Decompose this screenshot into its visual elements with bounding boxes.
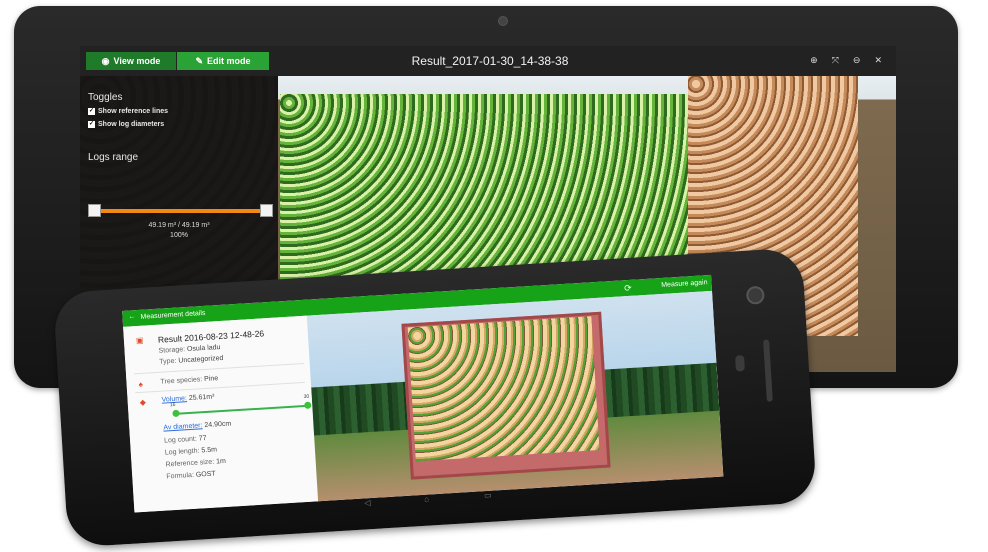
result-date: Result 2016-08-23 12-48-26 bbox=[157, 328, 265, 345]
av-diameter-row: Av diameter: 24.90cm bbox=[163, 420, 232, 432]
phone-sensor bbox=[735, 355, 745, 372]
zoom-out-icon[interactable]: ⊖ bbox=[853, 55, 861, 66]
result-title: Result_2017-01-30_14-38-38 bbox=[411, 54, 569, 68]
fit-icon[interactable]: ⤧ bbox=[832, 55, 839, 66]
edit-mode-tab[interactable]: ✎ Edit mode bbox=[177, 52, 269, 70]
range-min-handle[interactable] bbox=[88, 204, 101, 217]
volume-max-handle[interactable] bbox=[304, 401, 312, 409]
storage-row: Storage: Osula ladu bbox=[158, 344, 221, 355]
log-count-row: Log count: 77 bbox=[163, 435, 207, 445]
tablet-toolbar: ◉ View mode ✎ Edit mode Result_2017-01-3… bbox=[80, 46, 896, 76]
logs-range-slider[interactable] bbox=[92, 209, 265, 213]
range-max-handle[interactable] bbox=[260, 204, 273, 217]
tablet-camera bbox=[498, 16, 508, 26]
measure-again-button[interactable]: Measure again bbox=[661, 279, 708, 289]
detected-logs-overlay bbox=[407, 316, 600, 462]
zoom-in-icon[interactable]: ⊕ bbox=[810, 55, 818, 66]
edit-mode-label: Edit mode bbox=[207, 56, 251, 66]
phone-camera bbox=[745, 285, 765, 305]
view-mode-label: View mode bbox=[113, 56, 161, 66]
nav-recent-icon[interactable]: ▭ bbox=[484, 491, 492, 500]
nav-back-icon[interactable]: ◁ bbox=[364, 498, 371, 507]
logs-range-value: 49.19 m³ / 49.19 m³ bbox=[148, 222, 210, 229]
measurement-panel: ▣ Result 2016-08-23 12-48-26 Storage: Os… bbox=[123, 315, 319, 513]
formula-row: Formula: GOST bbox=[166, 470, 216, 481]
back-arrow-icon[interactable]: ← bbox=[128, 313, 135, 320]
volume-slider[interactable] bbox=[174, 404, 309, 415]
type-row: Type: Uncategorized bbox=[159, 354, 224, 366]
log-length-row: Log length: 5.5m bbox=[164, 446, 218, 457]
volume-min: 16 bbox=[169, 401, 176, 409]
species-row: Tree species: Pine bbox=[160, 375, 219, 386]
toggles-heading: Toggles bbox=[88, 92, 123, 103]
detected-logs-overlay bbox=[280, 94, 688, 284]
show-reference-lines-checkbox[interactable]: ✓ Show reference lines bbox=[88, 108, 168, 115]
checkbox-checked-icon: ✓ bbox=[88, 121, 95, 128]
logs-range-heading: Logs range bbox=[88, 152, 139, 163]
show-reference-lines-label: Show reference lines bbox=[98, 108, 169, 115]
phone-screen: ← Measurement details ⟳ Measure again ▣ … bbox=[122, 274, 724, 513]
show-log-diameters-label: Show log diameters bbox=[98, 121, 165, 128]
calendar-icon: ▣ bbox=[135, 335, 144, 346]
refresh-icon[interactable]: ⟳ bbox=[624, 283, 632, 294]
phone-device: ← Measurement details ⟳ Measure again ▣ … bbox=[52, 247, 818, 548]
checkbox-checked-icon: ✓ bbox=[88, 108, 95, 115]
eye-icon: ◉ bbox=[101, 55, 110, 66]
logs-range-percent: 100% bbox=[170, 232, 188, 239]
phone-speaker bbox=[763, 339, 773, 402]
show-log-diameters-checkbox[interactable]: ✓ Show log diameters bbox=[88, 121, 164, 128]
volume-max: 30 bbox=[303, 393, 310, 401]
pencil-icon: ✎ bbox=[195, 55, 204, 66]
tree-icon: ♠ bbox=[138, 379, 144, 390]
measurement-details-title: Measurement details bbox=[140, 309, 206, 321]
close-icon[interactable]: ✕ bbox=[874, 55, 882, 66]
volume-min-handle[interactable] bbox=[172, 409, 180, 418]
cube-icon: ◆ bbox=[139, 397, 147, 408]
reference-size-row: Reference size: 1m bbox=[165, 457, 227, 469]
nav-home-icon[interactable]: ⌂ bbox=[424, 495, 429, 504]
truck-load-photo bbox=[306, 290, 724, 502]
view-mode-tab[interactable]: ◉ View mode bbox=[86, 52, 176, 70]
